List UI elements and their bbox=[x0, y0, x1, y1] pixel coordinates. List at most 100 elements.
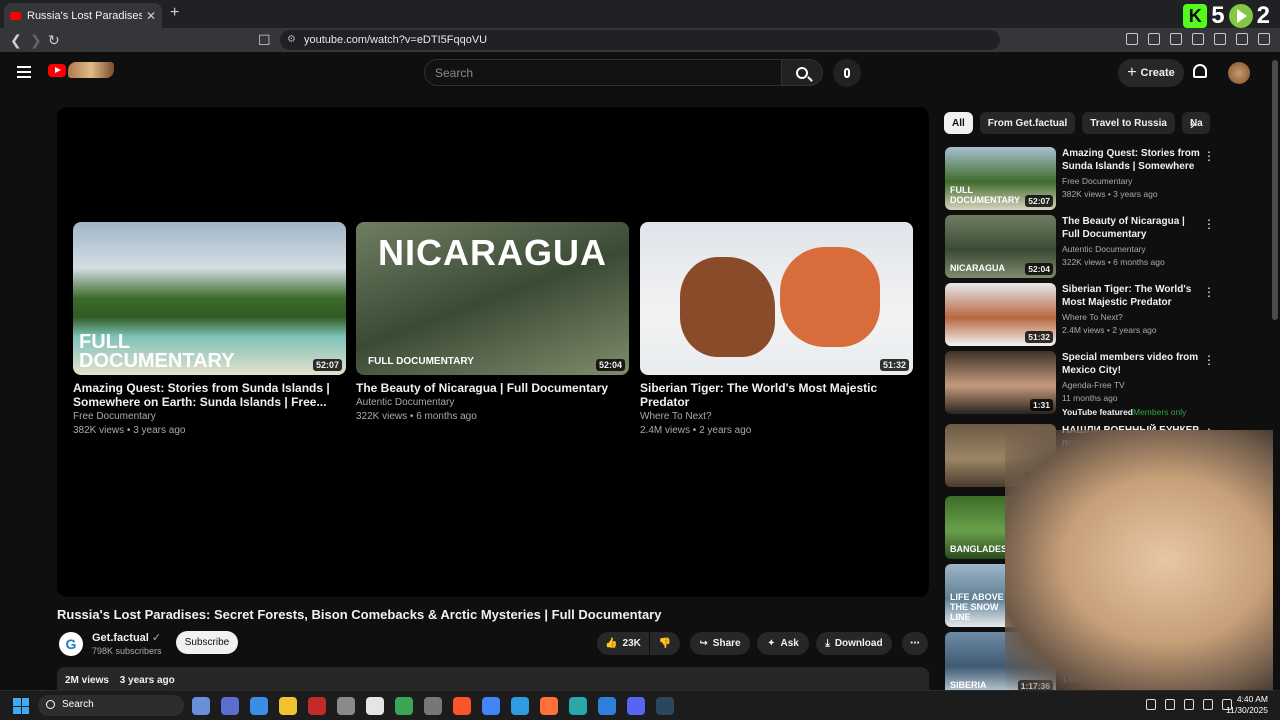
recommended-thumbnail[interactable]: 1:31 bbox=[945, 351, 1056, 414]
download-icon: ⤓ bbox=[825, 638, 830, 649]
recommended-video[interactable]: 51:32 Siberian Tiger: The World's Most Ma… bbox=[945, 283, 1215, 346]
recommended-video[interactable]: 1:31 Special members video from Mexico Ci… bbox=[945, 351, 1215, 417]
recommended-title[interactable]: The Beauty of Nicaragua | Full Documenta… bbox=[1062, 215, 1200, 241]
taskbar-app-icon[interactable] bbox=[192, 697, 210, 715]
browser-tab[interactable]: Russia's Lost Paradises: Secret Fo ✕ bbox=[4, 3, 162, 28]
taskbar-app-icon[interactable] bbox=[308, 697, 326, 715]
kick-icon[interactable]: K bbox=[1183, 4, 1208, 28]
recommended-thumbnail[interactable]: FULL DOCUMENTARY 52:07 bbox=[945, 147, 1056, 210]
recommended-video[interactable]: FULL DOCUMENTARY 52:07 Amazing Quest: Stor… bbox=[945, 147, 1215, 210]
search-button[interactable] bbox=[781, 59, 823, 86]
avatar[interactable] bbox=[1228, 62, 1250, 84]
taskbar-app-icon[interactable] bbox=[250, 697, 268, 715]
recommended-video[interactable]: NICARAGUA 52:04 The Beauty of Nicaragua | … bbox=[945, 215, 1215, 278]
taskbar-app-icon[interactable] bbox=[453, 697, 471, 715]
recommended-channel[interactable]: Free Documentary bbox=[1062, 176, 1132, 186]
share-button[interactable]: ↪ Share bbox=[690, 632, 750, 655]
kebab-menu-icon[interactable]: ⋮ bbox=[1203, 149, 1215, 163]
subscribe-button[interactable]: Subscribe bbox=[176, 631, 238, 654]
voice-search-button[interactable] bbox=[833, 59, 861, 87]
taskbar-app-icon[interactable] bbox=[221, 697, 239, 715]
leo-icon[interactable] bbox=[1214, 33, 1226, 45]
chip-all[interactable]: All bbox=[944, 112, 973, 134]
dislike-button[interactable]: 👎 bbox=[650, 632, 680, 655]
taskbar-app-icon[interactable] bbox=[656, 697, 674, 715]
endcard-channel[interactable]: Autentic Documentary bbox=[356, 397, 629, 409]
channel-name[interactable]: Get.factual ✓ bbox=[92, 631, 161, 644]
recommended-title[interactable]: Special members video from Mexico City! bbox=[1062, 351, 1200, 377]
endcard-thumbnail[interactable]: 51:32 bbox=[640, 222, 913, 375]
chip-truncated[interactable]: Na bbox=[1181, 112, 1210, 134]
windows-start-icon[interactable] bbox=[13, 698, 29, 714]
microphone-icon[interactable] bbox=[1165, 699, 1175, 710]
forward-icon[interactable]: ❯ bbox=[30, 32, 42, 49]
taskbar-search[interactable]: Search bbox=[38, 695, 184, 716]
endcard-channel[interactable]: Free Documentary bbox=[73, 411, 346, 423]
extensions-icon[interactable] bbox=[1126, 33, 1138, 45]
reload-icon[interactable]: ↻ bbox=[48, 32, 60, 49]
taskbar-app-icon[interactable] bbox=[366, 697, 384, 715]
chip-travel-russia[interactable]: Travel to Russia bbox=[1082, 112, 1175, 134]
notifications-bell-icon[interactable] bbox=[1193, 64, 1207, 78]
kebab-menu-icon[interactable]: ⋮ bbox=[1203, 285, 1215, 299]
download-button[interactable]: ⤓ Download bbox=[816, 632, 892, 655]
endcard-thumbnail[interactable]: NICARAGUA FULL DOCUMENTARY 52:04 bbox=[356, 222, 629, 375]
recommended-channel[interactable]: Where To Next? bbox=[1062, 312, 1123, 322]
bookmark-icon[interactable]: ☐ bbox=[258, 32, 271, 49]
chip-from-channel[interactable]: From Get.factual bbox=[979, 112, 1076, 134]
endcard-title[interactable]: Siberian Tiger: The World's Most Majesti… bbox=[640, 381, 913, 409]
close-tab-icon[interactable]: ✕ bbox=[146, 9, 156, 23]
more-actions-button[interactable]: ⋯ bbox=[902, 632, 928, 655]
endcard-channel[interactable]: Where To Next? bbox=[640, 411, 913, 423]
youtube-logo-icon[interactable] bbox=[48, 64, 66, 77]
new-tab-icon[interactable]: + bbox=[170, 4, 179, 22]
endcard-video[interactable]: FULL DOCUMENTARY 52:07 Amazing Quest: St… bbox=[73, 222, 346, 437]
kebab-menu-icon[interactable]: ⋮ bbox=[1203, 217, 1215, 231]
chevron-up-icon[interactable] bbox=[1146, 699, 1156, 710]
kebab-menu-icon[interactable]: ⋮ bbox=[1203, 353, 1215, 367]
chevron-right-icon[interactable]: › bbox=[1190, 116, 1195, 132]
rumble-icon[interactable] bbox=[1228, 4, 1253, 28]
menu-icon[interactable] bbox=[1258, 33, 1270, 45]
recommended-title[interactable]: Siberian Tiger: The World's Most Majesti… bbox=[1062, 283, 1200, 309]
screenshot-icon[interactable] bbox=[1148, 33, 1160, 45]
wallet-icon[interactable] bbox=[1192, 33, 1204, 45]
taskbar-app-icon[interactable] bbox=[279, 697, 297, 715]
taskbar-app-icon[interactable] bbox=[482, 697, 500, 715]
video-player[interactable]: FULL DOCUMENTARY 52:07 Amazing Quest: St… bbox=[57, 107, 929, 597]
endcard-video[interactable]: 51:32 Siberian Tiger: The World's Most M… bbox=[640, 222, 913, 437]
hamburger-menu-icon[interactable] bbox=[17, 66, 31, 78]
taskbar-app-icon[interactable] bbox=[424, 697, 442, 715]
recommended-channel[interactable]: Agenda-Free TV bbox=[1062, 380, 1125, 390]
taskbar-app-icon[interactable] bbox=[395, 697, 413, 715]
ask-button[interactable]: ✦ Ask bbox=[757, 632, 809, 655]
sidebar-icon[interactable] bbox=[1170, 33, 1182, 45]
scrollbar[interactable] bbox=[1272, 60, 1278, 320]
recommended-title[interactable]: Amazing Quest: Stories from Sunda Island… bbox=[1062, 147, 1200, 173]
search-input[interactable]: Search bbox=[424, 59, 782, 86]
wifi-icon[interactable] bbox=[1203, 699, 1213, 710]
taskbar-app-icon[interactable] bbox=[598, 697, 616, 715]
youtube-doodle[interactable] bbox=[68, 62, 114, 78]
channel-avatar[interactable]: G bbox=[59, 632, 83, 656]
url-field[interactable]: ⚙ youtube.com/watch?v=eDTI5FqqoVU bbox=[280, 30, 1000, 50]
endcard-title[interactable]: Amazing Quest: Stories from Sunda Island… bbox=[73, 381, 346, 409]
recommended-channel[interactable]: Autentic Documentary bbox=[1062, 244, 1146, 254]
endcard-video[interactable]: NICARAGUA FULL DOCUMENTARY 52:04 The Bea… bbox=[356, 222, 629, 423]
like-button[interactable]: 👍 23K bbox=[597, 632, 649, 655]
clock[interactable]: 4:40 AM 11/30/2025 bbox=[1226, 694, 1268, 716]
taskbar-app-icon[interactable] bbox=[511, 697, 529, 715]
create-button[interactable]: + Create bbox=[1118, 59, 1184, 87]
monitor-icon[interactable] bbox=[1184, 699, 1194, 710]
recommended-thumbnail[interactable]: 51:32 bbox=[945, 283, 1056, 346]
endcard-title[interactable]: The Beauty of Nicaragua | Full Documenta… bbox=[356, 381, 629, 395]
vpn-icon[interactable] bbox=[1236, 33, 1248, 45]
taskbar-app-icon[interactable] bbox=[569, 697, 587, 715]
back-icon[interactable]: ❮ bbox=[10, 32, 22, 49]
taskbar-app-icon[interactable] bbox=[627, 697, 645, 715]
recommended-thumbnail[interactable]: NICARAGUA 52:04 bbox=[945, 215, 1056, 278]
endcard-thumbnail[interactable]: FULL DOCUMENTARY 52:07 bbox=[73, 222, 346, 375]
taskbar-app-icon[interactable] bbox=[540, 697, 558, 715]
site-info-icon[interactable]: ⚙ bbox=[287, 34, 296, 45]
taskbar-app-icon[interactable] bbox=[337, 697, 355, 715]
